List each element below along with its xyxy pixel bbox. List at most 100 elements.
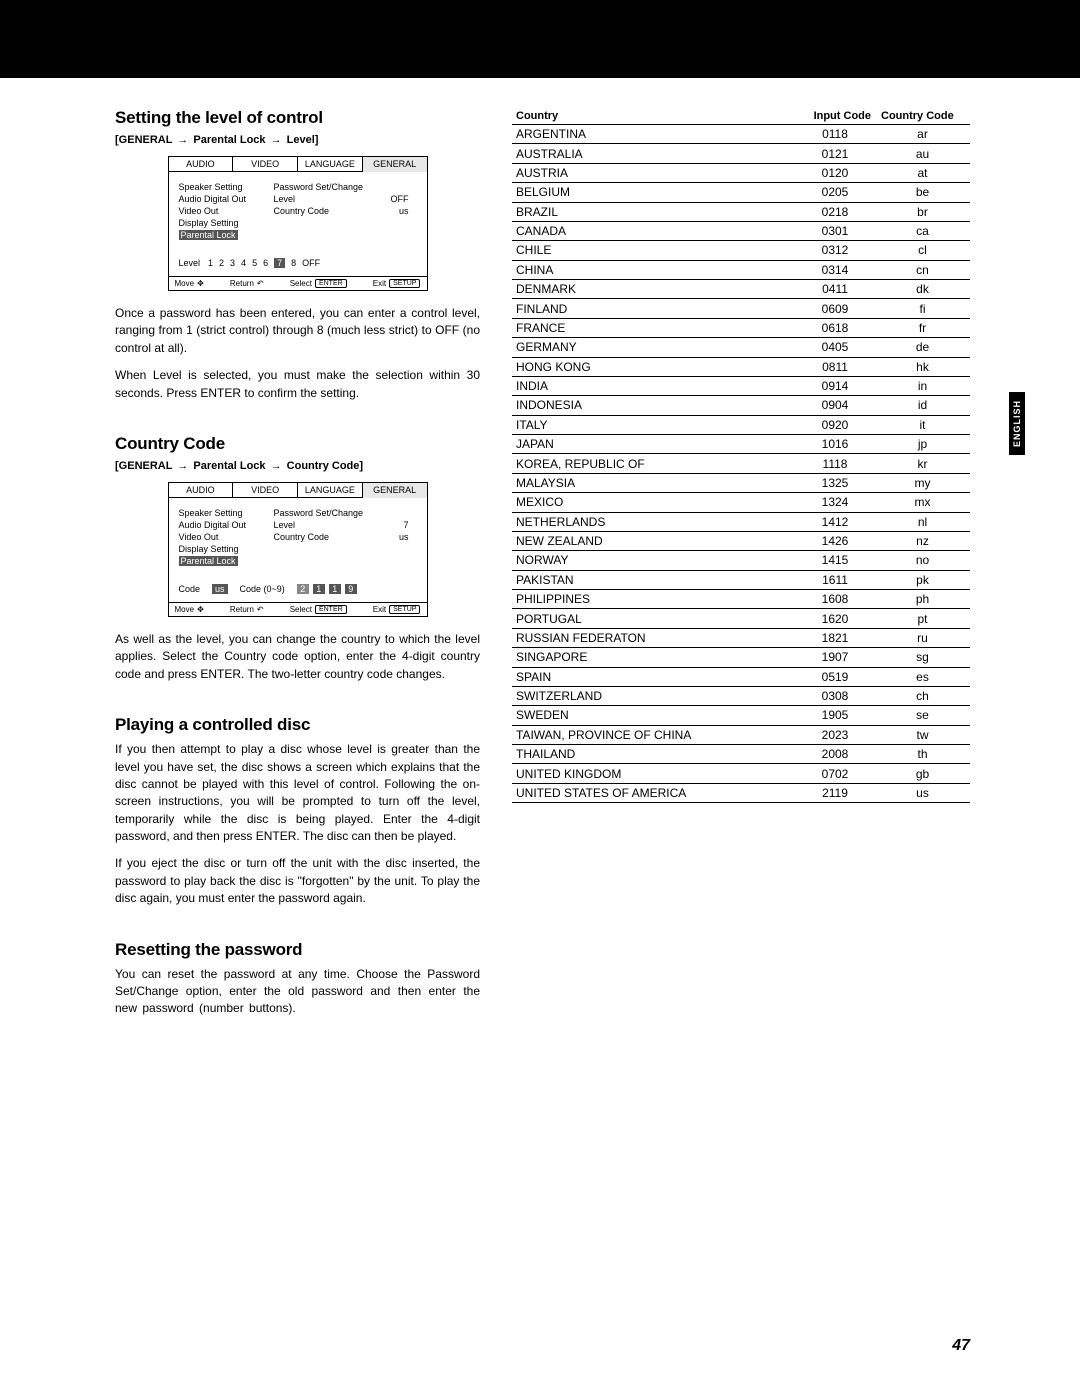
menu-item[interactable]: Audio Digital Out xyxy=(179,194,269,204)
table-row: RUSSIAN FEDERATON1821ru xyxy=(512,628,970,647)
submenu-password[interactable]: Password Set/Change xyxy=(274,508,364,518)
table-row: CANADA0301ca xyxy=(512,221,970,240)
table-row: UNITED STATES OF AMERICA2119us xyxy=(512,783,970,802)
heading-playing-disc: Playing a controlled disc xyxy=(115,715,480,735)
submenu-level[interactable]: Level xyxy=(274,194,296,204)
code-label: Code xyxy=(179,584,201,594)
para-level-1: Once a password has been entered, you ca… xyxy=(115,305,480,357)
para-level-2: When Level is selected, you must make th… xyxy=(115,367,480,402)
submenu-password[interactable]: Password Set/Change xyxy=(274,182,364,192)
menu-item[interactable]: Display Setting xyxy=(179,544,269,554)
return-icon: ↶ xyxy=(257,605,264,614)
table-row: SINGAPORE1907sg xyxy=(512,648,970,667)
table-row: KOREA, REPUBLIC OF1118kr xyxy=(512,454,970,473)
footer-move: Move xyxy=(175,279,195,288)
table-row: MALAYSIA1325my xyxy=(512,473,970,492)
heading-country-code: Country Code xyxy=(115,434,480,454)
setup-button-icon: SETUP xyxy=(389,605,420,614)
table-row: INDONESIA0904id xyxy=(512,396,970,415)
osd-menu-level: AUDIO VIDEO LANGUAGE GENERAL Speaker Set… xyxy=(168,156,428,291)
table-row: NETHERLANDS1412nl xyxy=(512,512,970,531)
footer-return: Return xyxy=(230,605,254,614)
enter-button-icon: ENTER xyxy=(315,279,347,288)
submenu-country-code[interactable]: Country Code xyxy=(274,206,330,216)
footer-exit: Exit xyxy=(373,279,386,288)
footer-move: Move xyxy=(175,605,195,614)
table-row: SPAIN0519es xyxy=(512,667,970,686)
menu-item-parental-lock[interactable]: Parental Lock xyxy=(179,556,238,566)
table-row: SWEDEN1905se xyxy=(512,706,970,725)
tab-language[interactable]: LANGUAGE xyxy=(298,157,363,172)
footer-select: Select xyxy=(290,279,312,288)
table-row: AUSTRIA0120at xyxy=(512,163,970,182)
menu-item[interactable]: Display Setting xyxy=(179,218,269,228)
menu-item[interactable]: Speaker Setting xyxy=(179,508,269,518)
setup-button-icon: SETUP xyxy=(389,279,420,288)
table-row: MEXICO1324mx xyxy=(512,493,970,512)
table-row: THAILAND2008th xyxy=(512,745,970,764)
table-row: ITALY0920it xyxy=(512,415,970,434)
dpad-icon: ✥ xyxy=(197,279,204,288)
table-row: JAPAN1016jp xyxy=(512,435,970,454)
para-play-1: If you then attempt to play a disc whose… xyxy=(115,741,480,845)
breadcrumb-level: [GENERAL → Parental Lock → Level] xyxy=(115,134,480,146)
heading-reset-password: Resetting the password xyxy=(115,940,480,960)
footer-exit: Exit xyxy=(373,605,386,614)
tab-general[interactable]: GENERAL xyxy=(363,157,427,172)
para-country-1: As well as the level, you can change the… xyxy=(115,631,480,683)
code-current: us xyxy=(212,584,228,594)
para-reset-1: You can reset the password at any time. … xyxy=(115,966,480,1018)
tab-language[interactable]: LANGUAGE xyxy=(298,483,363,498)
table-row: BELGIUM0205be xyxy=(512,183,970,202)
table-row: GERMANY0405de xyxy=(512,338,970,357)
country-code-table: Country Input Code Country Code ARGENTIN… xyxy=(512,108,970,803)
th-input-code: Input Code xyxy=(795,108,875,125)
menu-item-parental-lock[interactable]: Parental Lock xyxy=(179,230,238,240)
enter-button-icon: ENTER xyxy=(315,605,347,614)
th-country: Country xyxy=(512,108,795,125)
language-tab: ENGLISH xyxy=(1009,392,1025,455)
code-range: Code (0~9) xyxy=(240,584,285,594)
submenu-level[interactable]: Level xyxy=(274,520,296,530)
breadcrumb-country: [GENERAL → Parental Lock → Country Code] xyxy=(115,460,480,472)
level-options[interactable]: 12345678OFF xyxy=(208,258,320,268)
tab-audio[interactable]: AUDIO xyxy=(169,483,234,498)
table-row: NORWAY1415no xyxy=(512,551,970,570)
table-row: INDIA0914in xyxy=(512,376,970,395)
table-row: CHILE0312cl xyxy=(512,241,970,260)
tab-general[interactable]: GENERAL xyxy=(363,483,427,498)
footer-select: Select xyxy=(290,605,312,614)
table-row: PAKISTAN1611pk xyxy=(512,570,970,589)
tab-video[interactable]: VIDEO xyxy=(233,157,298,172)
osd-menu-country: AUDIO VIDEO LANGUAGE GENERAL Speaker Set… xyxy=(168,482,428,617)
para-play-2: If you eject the disc or turn off the un… xyxy=(115,855,480,907)
heading-level-control: Setting the level of control xyxy=(115,108,480,128)
table-row: NEW ZEALAND1426nz xyxy=(512,531,970,550)
return-icon: ↶ xyxy=(257,279,264,288)
table-row: PORTUGAL1620pt xyxy=(512,609,970,628)
table-row: UNITED KINGDOM0702gb xyxy=(512,764,970,783)
page-number: 47 xyxy=(952,1337,970,1355)
tab-video[interactable]: VIDEO xyxy=(233,483,298,498)
footer-return: Return xyxy=(230,279,254,288)
menu-item[interactable]: Video Out xyxy=(179,532,269,542)
table-row: AUSTRALIA0121au xyxy=(512,144,970,163)
table-row: ARGENTINA0118ar xyxy=(512,125,970,144)
submenu-country-code[interactable]: Country Code xyxy=(274,532,330,542)
dpad-icon: ✥ xyxy=(197,605,204,614)
tab-audio[interactable]: AUDIO xyxy=(169,157,234,172)
code-digits[interactable]: 2119 xyxy=(297,584,357,594)
table-row: SWITZERLAND0308ch xyxy=(512,686,970,705)
menu-item[interactable]: Audio Digital Out xyxy=(179,520,269,530)
menu-item[interactable]: Speaker Setting xyxy=(179,182,269,192)
table-row: TAIWAN, PROVINCE OF CHINA2023tw xyxy=(512,725,970,744)
menu-item[interactable]: Video Out xyxy=(179,206,269,216)
table-row: FRANCE0618fr xyxy=(512,318,970,337)
table-row: HONG KONG0811hk xyxy=(512,357,970,376)
table-row: DENMARK0411dk xyxy=(512,280,970,299)
table-row: BRAZIL0218br xyxy=(512,202,970,221)
th-country-code: Country Code xyxy=(875,108,970,125)
level-label: Level xyxy=(179,258,201,268)
table-row: FINLAND0609fi xyxy=(512,299,970,318)
header-black-bar xyxy=(0,0,1080,78)
